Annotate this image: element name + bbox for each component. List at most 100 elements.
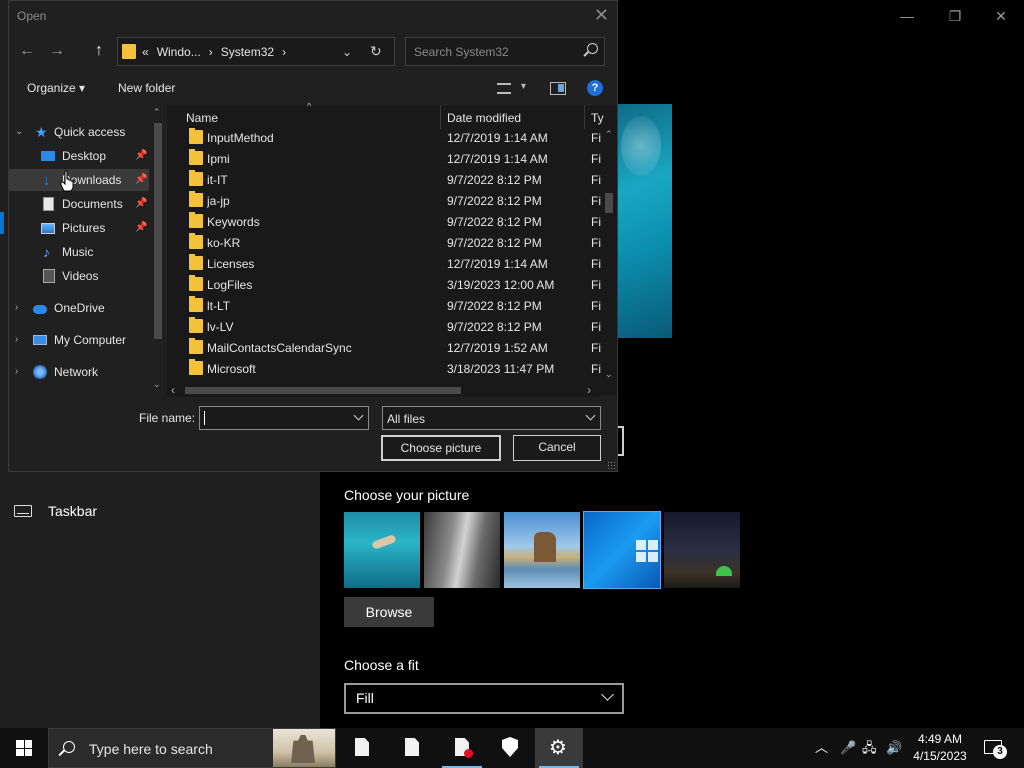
table-row[interactable]: MailContactsCalendarSync 12/7/2019 1:52 A…	[167, 337, 601, 358]
column-header-type[interactable]: Ty	[591, 111, 604, 125]
nav-item-network[interactable]: › Network	[9, 361, 149, 383]
microphone-icon[interactable]: 🎤	[840, 728, 856, 768]
taskbar-search-box[interactable]: Type here to search	[48, 728, 336, 768]
help-icon[interactable]: ?	[587, 80, 603, 96]
choose-picture-button[interactable]: Choose picture	[381, 435, 501, 461]
chevron-down-icon[interactable]	[353, 410, 364, 421]
nav-item-label: Network	[54, 365, 99, 379]
column-header-date-modified[interactable]: Date modified	[447, 111, 521, 125]
scroll-right-arrow-icon[interactable]: ›	[587, 383, 591, 397]
picture-thumbnail-beach[interactable]	[504, 512, 580, 588]
notification-count-badge: 3	[993, 745, 1007, 759]
table-row[interactable]: lt-LT 9/7/2022 8:12 PM Fi	[167, 295, 601, 316]
address-dropdown-icon[interactable]: ⌄	[342, 45, 352, 59]
nav-item-downloads[interactable]: ↓ Downloads 📌	[9, 169, 149, 191]
cancel-button[interactable]: Cancel	[513, 435, 601, 461]
up-button[interactable]: ↑	[95, 42, 103, 60]
table-row[interactable]: Microsoft 3/18/2023 11:47 PM Fi	[167, 358, 601, 379]
table-row[interactable]: Ipmi 12/7/2019 1:14 AM Fi	[167, 148, 601, 169]
scroll-down-arrow-icon[interactable]: ⌄	[605, 369, 613, 380]
expand-icon[interactable]: ⌄	[15, 121, 23, 143]
file-name-input[interactable]	[199, 406, 369, 430]
table-row[interactable]: InputMethod 12/7/2019 1:14 AM Fi	[167, 127, 601, 148]
scroll-up-arrow-icon[interactable]: ⌃	[605, 129, 613, 140]
picture-thumbnail-night-sky[interactable]	[664, 512, 740, 588]
taskbar-app-settings[interactable]: ⚙	[535, 728, 583, 768]
breadcrumb-separator[interactable]: ›	[209, 45, 213, 59]
column-divider[interactable]	[440, 105, 441, 129]
search-highlight-image	[273, 729, 335, 767]
volume-icon[interactable]: 🔊	[886, 728, 902, 768]
taskbar-app-security[interactable]	[486, 728, 534, 768]
file-name: ko-KR	[207, 236, 241, 250]
notification-center-button[interactable]: 3	[984, 740, 1007, 759]
network-icon[interactable]: 🖧	[862, 728, 877, 768]
new-folder-button[interactable]: New folder	[118, 81, 175, 95]
expand-icon[interactable]: ›	[15, 329, 18, 351]
address-bar[interactable]: « Windo... › System32 › ⌄ ↻	[117, 37, 395, 66]
view-dropdown-icon[interactable]: ▾	[521, 81, 526, 92]
search-input[interactable]: Search System32	[405, 37, 605, 66]
clock-date: 4/15/2023	[913, 749, 967, 763]
taskbar-app-notepad-2[interactable]	[388, 728, 436, 768]
breadcrumb-separator[interactable]: ›	[282, 45, 286, 59]
scrollbar-thumb[interactable]	[185, 387, 461, 394]
nav-item-music[interactable]: ♪ Music	[9, 241, 149, 263]
taskbar-app-recorder[interactable]	[438, 728, 486, 768]
table-row[interactable]: ja-jp 9/7/2022 8:12 PM Fi	[167, 190, 601, 211]
nav-item-pictures[interactable]: Pictures 📌	[9, 217, 149, 239]
breadcrumb-windows[interactable]: Windo...	[157, 45, 201, 59]
nav-item-taskbar[interactable]: Taskbar	[14, 503, 97, 519]
nav-item-onedrive[interactable]: › OneDrive	[9, 297, 149, 319]
preview-pane-icon[interactable]	[550, 82, 566, 95]
minimize-button[interactable]: —	[884, 4, 930, 28]
show-hidden-icons-button[interactable]: ︿	[815, 728, 828, 768]
sort-ascending-icon: ^	[307, 101, 312, 111]
close-button[interactable]: ✕	[978, 4, 1024, 28]
resize-grip[interactable]	[607, 461, 615, 469]
expand-icon[interactable]: ›	[15, 361, 18, 383]
refresh-icon[interactable]: ↻	[370, 43, 382, 60]
table-row[interactable]: ko-KR 9/7/2022 8:12 PM Fi	[167, 232, 601, 253]
taskbar-app-notepad-1[interactable]	[338, 728, 386, 768]
browse-button[interactable]: Browse	[344, 597, 434, 627]
picture-thumbnail-underwater[interactable]	[344, 512, 420, 588]
scrollbar-thumb[interactable]	[605, 193, 613, 213]
nav-item-quick-access[interactable]: ⌄ ★ Quick access	[9, 121, 149, 143]
file-list-horizontal-scrollbar[interactable]: ‹ ›	[167, 383, 601, 397]
nav-item-videos[interactable]: Videos	[9, 265, 149, 287]
nav-item-documents[interactable]: Documents 📌	[9, 193, 149, 215]
nav-item-my-computer[interactable]: › My Computer	[9, 329, 149, 351]
dialog-close-button[interactable]: ✕	[594, 5, 609, 26]
scroll-down-arrow-icon[interactable]: ⌄	[153, 379, 161, 390]
table-row[interactable]: lv-LV 9/7/2022 8:12 PM Fi	[167, 316, 601, 337]
picture-thumbnail-windows[interactable]	[583, 511, 661, 589]
view-options-icon[interactable]	[497, 83, 511, 94]
organize-button[interactable]: Organize ▾	[27, 81, 85, 95]
breadcrumb-system32[interactable]: System32	[221, 45, 274, 59]
table-row[interactable]: LogFiles 3/19/2023 12:00 AM Fi	[167, 274, 601, 295]
breadcrumb-overflow[interactable]: «	[142, 45, 149, 59]
maximize-button[interactable]: ❐	[932, 4, 978, 28]
forward-button[interactable]: →	[49, 42, 65, 60]
navigation-pane-scrollbar[interactable]: ⌃ ⌄	[150, 105, 165, 395]
clock[interactable]: 4:49 AM 4/15/2023	[908, 731, 972, 765]
table-row[interactable]: Keywords 9/7/2022 8:12 PM Fi	[167, 211, 601, 232]
file-type-filter[interactable]: All files	[382, 406, 601, 430]
file-type: Fi	[591, 299, 601, 313]
nav-item-desktop[interactable]: Desktop 📌	[9, 145, 149, 167]
table-row[interactable]: it-IT 9/7/2022 8:12 PM Fi	[167, 169, 601, 190]
scroll-up-arrow-icon[interactable]: ⌃	[153, 107, 161, 118]
file-list-vertical-scrollbar[interactable]: ⌃ ⌄	[601, 129, 617, 383]
fit-dropdown[interactable]: Fill	[344, 683, 624, 714]
column-divider[interactable]	[584, 105, 585, 129]
back-button[interactable]: ←	[19, 42, 35, 60]
folder-icon	[189, 149, 203, 165]
column-header-name[interactable]: Name	[186, 111, 218, 125]
table-row[interactable]: Licenses 12/7/2019 1:14 AM Fi	[167, 253, 601, 274]
start-button[interactable]	[16, 740, 32, 756]
expand-icon[interactable]: ›	[15, 297, 18, 319]
scrollbar-thumb[interactable]	[154, 123, 162, 339]
scroll-left-arrow-icon[interactable]: ‹	[171, 383, 175, 397]
picture-thumbnail-rock[interactable]	[424, 512, 500, 588]
